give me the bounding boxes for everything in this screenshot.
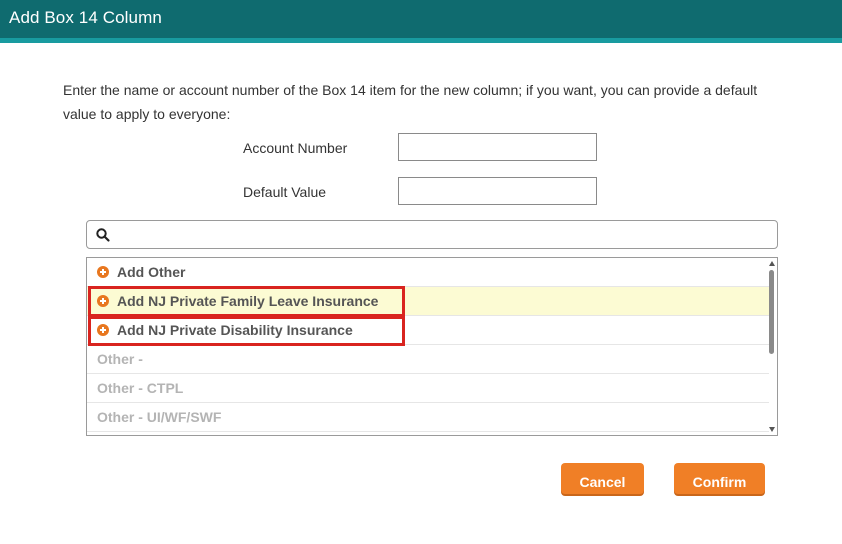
plus-circle-icon bbox=[97, 266, 109, 278]
list-item-add-nj-private-family-leave-insurance[interactable]: Add NJ Private Family Leave Insurance bbox=[87, 287, 769, 316]
list-item-label: Other - CTPL bbox=[97, 380, 184, 396]
list-item-label: Other - UI/WF/SWF bbox=[97, 409, 222, 425]
list-item-label: Add Other bbox=[117, 264, 186, 280]
confirm-button[interactable]: Confirm bbox=[674, 463, 765, 494]
search-box[interactable] bbox=[86, 220, 778, 249]
search-input[interactable] bbox=[117, 223, 771, 248]
scroll-down-arrow-icon[interactable] bbox=[769, 427, 775, 432]
list-item-label: Add NJ Private Family Leave Insurance bbox=[117, 293, 379, 309]
instructions-text: Enter the name or account number of the … bbox=[63, 82, 758, 122]
account-number-input[interactable] bbox=[398, 133, 597, 161]
list-scrollbar[interactable] bbox=[768, 258, 777, 435]
list-item-label: Other - bbox=[97, 351, 143, 367]
plus-circle-icon bbox=[97, 295, 109, 307]
dialog-title: Add Box 14 Column bbox=[9, 8, 162, 27]
search-icon bbox=[96, 228, 110, 242]
list-item-label: Add NJ Private Disability Insurance bbox=[117, 322, 353, 338]
list-item-other-ctpl[interactable]: Other - CTPL bbox=[87, 374, 769, 403]
default-value-label: Default Value bbox=[243, 184, 327, 200]
scroll-up-arrow-icon[interactable] bbox=[769, 261, 775, 266]
list-item-add-other[interactable]: Add Other bbox=[87, 258, 769, 287]
list-item-other[interactable]: Other - bbox=[87, 345, 769, 374]
list-item-add-nj-private-disability-insurance[interactable]: Add NJ Private Disability Insurance bbox=[87, 316, 769, 345]
account-number-label: Account Number bbox=[243, 140, 348, 156]
cancel-button[interactable]: Cancel bbox=[561, 463, 644, 494]
list-item-other-ui-wf-swf[interactable]: Other - UI/WF/SWF bbox=[87, 403, 769, 432]
default-value-input[interactable] bbox=[398, 177, 597, 205]
dialog-titlebar: Add Box 14 Column bbox=[0, 0, 842, 43]
plus-circle-icon bbox=[97, 324, 109, 336]
scrollbar-thumb[interactable] bbox=[769, 270, 774, 354]
box14-item-list[interactable]: Add Other Add NJ Private Family Leave In… bbox=[86, 257, 778, 436]
